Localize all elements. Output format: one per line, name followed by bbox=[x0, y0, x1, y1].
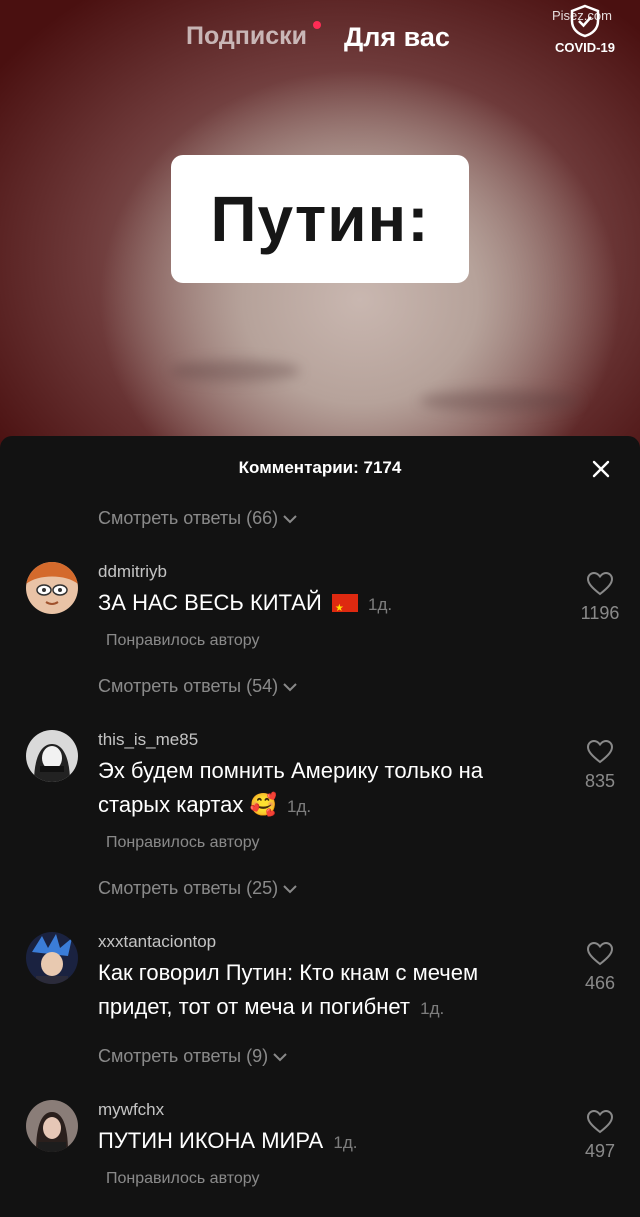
comment-date: 1д. bbox=[287, 797, 312, 816]
heart-icon bbox=[586, 739, 614, 764]
heart-icon bbox=[586, 1109, 614, 1134]
avatar[interactable] bbox=[26, 730, 78, 782]
tab-for-you[interactable]: Для вас bbox=[344, 22, 450, 53]
heart-icon bbox=[586, 571, 614, 596]
like-button[interactable]: 1196 bbox=[570, 571, 630, 624]
covid-info-button[interactable]: COVID-19 bbox=[540, 4, 630, 64]
shield-icon bbox=[570, 4, 600, 38]
notification-dot bbox=[313, 21, 321, 29]
video-player[interactable]: Подписки Для вас Pisez.com COVID-19 Пути… bbox=[0, 0, 640, 470]
comment-text: ЗА НАС ВЕСЬ КИТАЙ 1д. bbox=[98, 586, 548, 626]
like-count: 466 bbox=[584, 973, 616, 993]
like-button[interactable]: 835 bbox=[570, 739, 630, 792]
avatar[interactable] bbox=[26, 1100, 78, 1152]
comment-username[interactable]: xxxtantaciontop bbox=[98, 932, 216, 952]
smiling-face-with-hearts-icon: 🥰 bbox=[249, 792, 277, 817]
comment-username[interactable]: this_is_me85 bbox=[98, 730, 198, 750]
comment-date: 1д. bbox=[333, 1133, 358, 1152]
comment-text: Как говорил Путин: Кто кнам с мечем прид… bbox=[98, 956, 548, 1026]
like-count: 1196 bbox=[580, 603, 620, 623]
view-replies-label: Смотреть ответы (54) bbox=[98, 676, 279, 696]
comment-body: ПУТИН ИКОНА МИРА bbox=[98, 1128, 324, 1153]
video-caption-text: Путин: bbox=[210, 183, 430, 255]
view-replies-button[interactable]: Смотреть ответы (25) bbox=[98, 878, 298, 899]
close-button[interactable] bbox=[586, 454, 616, 484]
comment-date: 1д. bbox=[420, 999, 445, 1018]
view-replies-label: Смотреть ответы (25) bbox=[98, 878, 279, 898]
view-replies-label: Смотреть ответы (9) bbox=[98, 1046, 269, 1066]
view-replies-button[interactable]: Смотреть ответы (54) bbox=[98, 676, 298, 697]
chevron-down-icon bbox=[273, 1052, 287, 1061]
comment-body: ЗА НАС ВЕСЬ КИТАЙ bbox=[98, 590, 322, 615]
comments-title: Комментарии: 7174 bbox=[238, 458, 402, 477]
comment-text: ПУТИН ИКОНА МИРА 1д. bbox=[98, 1124, 548, 1160]
like-button[interactable]: 497 bbox=[570, 1109, 630, 1162]
chevron-down-icon bbox=[283, 884, 297, 893]
video-caption: Путин: bbox=[171, 155, 469, 283]
liked-by-author: Понравилось автору bbox=[106, 1170, 260, 1187]
heart-icon bbox=[586, 941, 614, 966]
like-count: 497 bbox=[584, 1141, 616, 1161]
comment-username[interactable]: mywfchx bbox=[98, 1100, 164, 1120]
tab-following[interactable]: Подписки bbox=[186, 22, 307, 51]
chevron-down-icon bbox=[283, 514, 297, 523]
avatar[interactable] bbox=[26, 562, 78, 614]
video-frame-detail bbox=[170, 360, 300, 382]
chevron-down-icon bbox=[283, 682, 297, 691]
covid-label: COVID-19 bbox=[555, 40, 615, 55]
view-replies-button[interactable]: Смотреть ответы (66) bbox=[98, 508, 298, 529]
video-frame-detail bbox=[420, 390, 580, 412]
comments-sheet: Комментарии: 7174 Смотреть ответы (66) d… bbox=[0, 436, 640, 1217]
like-button[interactable]: 466 bbox=[570, 941, 630, 994]
view-replies-label: Смотреть ответы (66) bbox=[98, 508, 279, 528]
liked-by-author: Понравилось автору bbox=[106, 834, 260, 851]
like-count: 835 bbox=[584, 771, 616, 791]
china-flag-icon bbox=[331, 592, 358, 626]
comment-text: Эх будем помнить Америку только на стары… bbox=[98, 754, 548, 824]
avatar[interactable] bbox=[26, 932, 78, 984]
comment-date: 1д. bbox=[368, 595, 393, 614]
view-replies-button[interactable]: Смотреть ответы (9) bbox=[98, 1046, 288, 1067]
liked-by-author: Понравилось автору bbox=[106, 632, 260, 649]
comment-username[interactable]: ddmitriyb bbox=[98, 562, 167, 582]
close-icon bbox=[592, 460, 610, 478]
